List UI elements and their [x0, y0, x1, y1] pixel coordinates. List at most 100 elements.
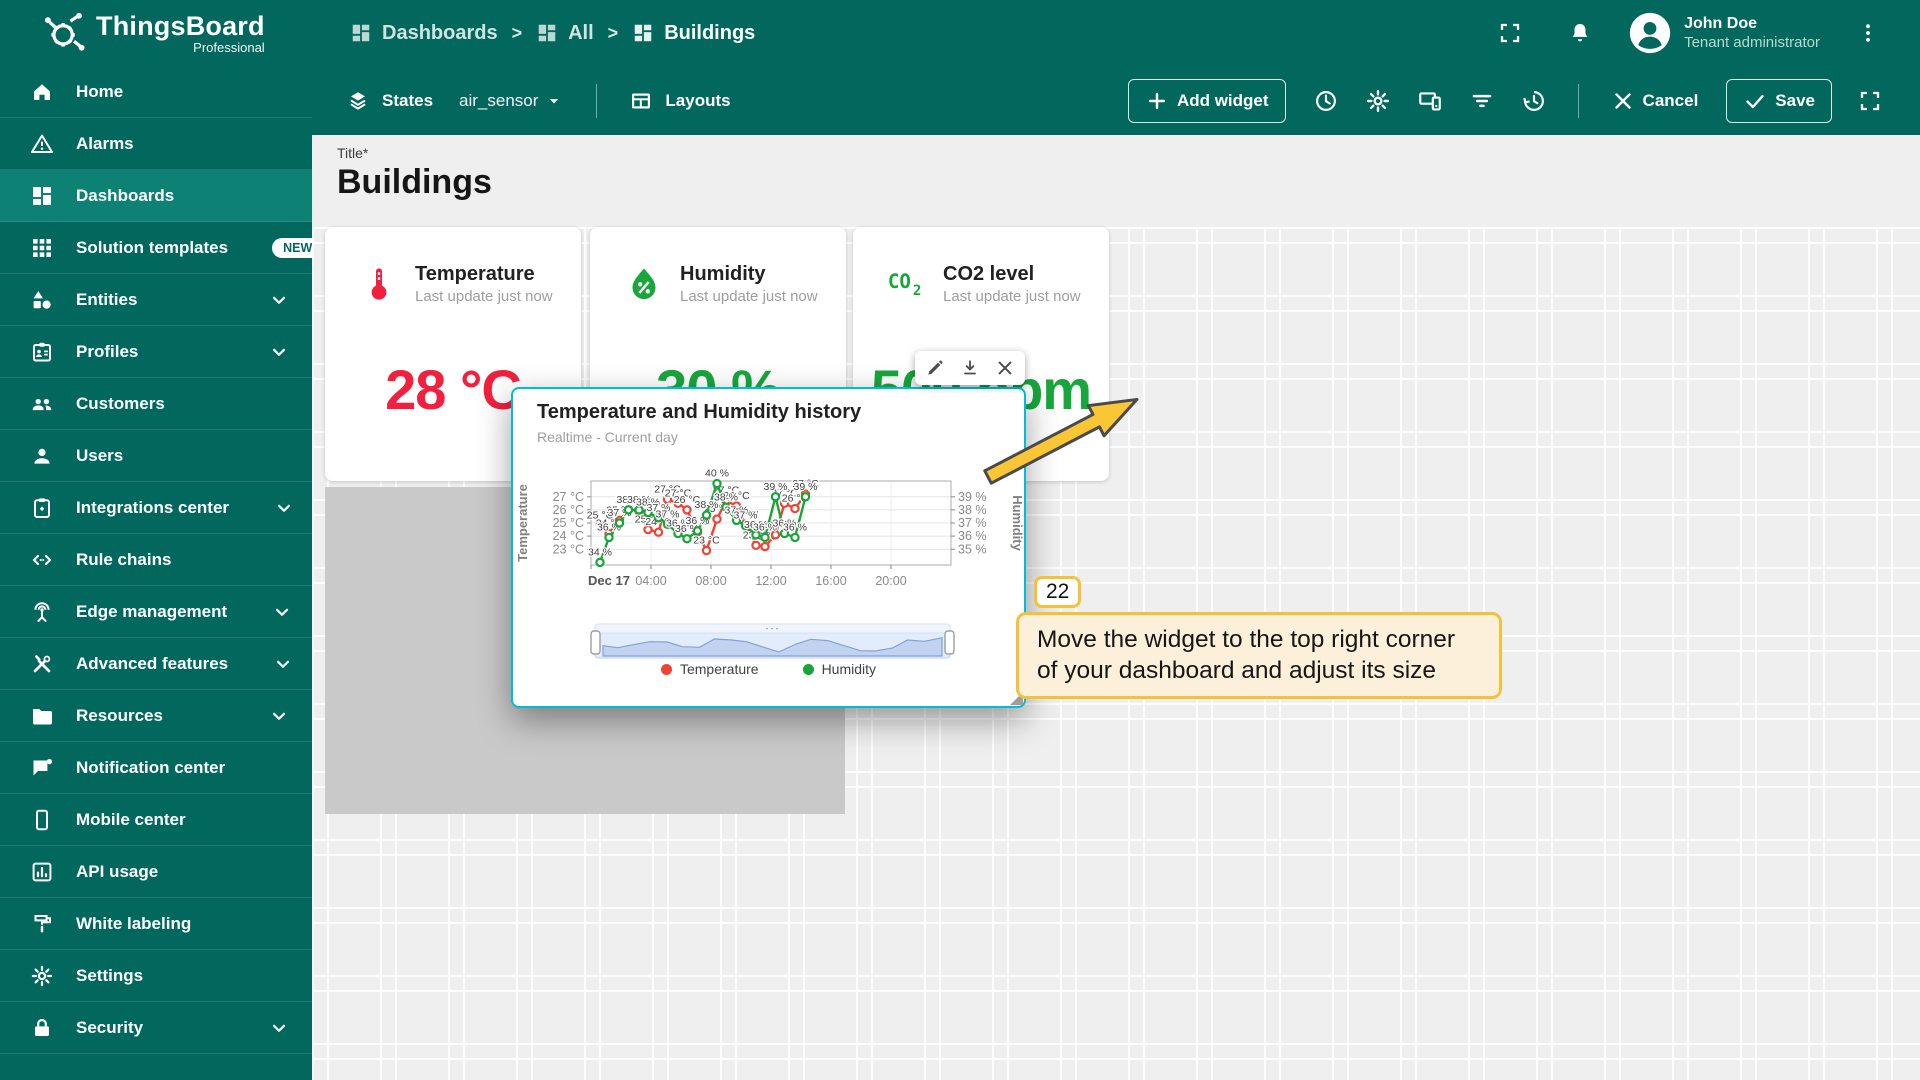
download-icon: [960, 358, 980, 378]
sidebar-item-label: Resources: [76, 705, 163, 725]
states-select[interactable]: air_sensor: [459, 91, 564, 111]
user-menu[interactable]: John Doe Tenant administrator: [1628, 11, 1820, 55]
legend-item-temperature[interactable]: Temperature: [660, 661, 759, 677]
app-header: ThingsBoard Professional Dashboards > All >…: [0, 0, 1920, 66]
dashboard-title-input[interactable]: Buildings: [337, 163, 492, 202]
layouts-icon: [629, 89, 653, 113]
sidebar-item-home[interactable]: Home: [0, 66, 312, 118]
entity-aliases-button[interactable]: [1408, 79, 1452, 123]
sidebar-item-label: White labeling: [76, 913, 192, 933]
svg-text:39 %: 39 %: [764, 481, 788, 493]
breadcrumb-item-dashboards[interactable]: Dashboards: [350, 22, 498, 45]
sidebar-item-advanced-features[interactable]: Advanced features: [0, 638, 312, 690]
version-control-icon: [1521, 88, 1547, 114]
chart-legend: Temperature Humidity: [513, 661, 1024, 677]
filters-icon: [1469, 88, 1495, 114]
sidebar-item-label: Dashboards: [76, 185, 175, 205]
close-widget-button[interactable]: [990, 353, 1020, 383]
svg-text:39 %: 39 %: [958, 490, 987, 504]
navigator-left-handle[interactable]: [590, 630, 601, 655]
sidebar-item-entities[interactable]: Entities: [0, 274, 312, 326]
fullscreen-toolbar-button[interactable]: [1848, 79, 1892, 123]
sidebar-item-dashboards[interactable]: Dashboards: [0, 170, 312, 222]
notifications-bell-button[interactable]: [1558, 11, 1602, 55]
sidebar-item-mobile-center[interactable]: Mobile center: [0, 794, 312, 846]
sidebar-item-label: Advanced features: [76, 653, 229, 673]
dots-vertical-icon: [1856, 21, 1880, 45]
thingsboard-logo[interactable]: ThingsBoard Professional: [0, 11, 270, 55]
temperature-humidity-history-widget[interactable]: Temperature and Humidity history Realtim…: [511, 387, 1026, 708]
people-icon: [30, 392, 54, 416]
avatar: [1628, 11, 1672, 55]
sidebar-item-label: Edge management: [76, 601, 228, 621]
more-menu-button[interactable]: [1846, 11, 1890, 55]
person-icon: [30, 444, 54, 468]
pencil-icon: [925, 358, 945, 378]
version-control-button[interactable]: [1512, 79, 1556, 123]
svg-text:36 %: 36 %: [958, 529, 987, 543]
sidebar-item-alarms[interactable]: Alarms: [0, 118, 312, 170]
sidebar-item-security[interactable]: Security: [0, 1002, 312, 1054]
close-icon: [995, 358, 1015, 378]
check-icon: [1743, 89, 1767, 113]
breadcrumb-separator: >: [511, 22, 523, 43]
sidebar-item-api-usage[interactable]: API usage: [0, 846, 312, 898]
sidebar-item-settings[interactable]: Settings: [0, 950, 312, 1002]
states-label: States: [382, 90, 434, 110]
thermometer-icon: [359, 264, 399, 304]
time-window-button[interactable]: [1304, 79, 1348, 123]
layouts-button[interactable]: Layouts: [665, 91, 730, 111]
legend-label: Temperature: [679, 661, 759, 677]
fullscreen-header-button[interactable]: [1488, 11, 1532, 55]
sidebar-item-solution-templates[interactable]: Solution templates NEW: [0, 222, 312, 274]
sidebar-item-rule-chains[interactable]: Rule chains: [0, 534, 312, 586]
sidebar-item-users[interactable]: Users: [0, 430, 312, 482]
add-widget-button[interactable]: Add widget: [1127, 78, 1286, 123]
sidebar-item-label: Integrations center: [76, 497, 230, 517]
legend-item-humidity[interactable]: Humidity: [802, 661, 876, 677]
logo-title: ThingsBoard: [96, 11, 265, 41]
filters-button[interactable]: [1460, 79, 1504, 123]
svg-text:CO: CO: [888, 270, 911, 293]
download-widget-button[interactable]: [955, 353, 985, 383]
chevron-down-icon: [268, 705, 290, 727]
shapes-icon: [30, 288, 54, 312]
svg-text:25 °C: 25 °C: [553, 516, 584, 530]
save-button[interactable]: Save: [1726, 78, 1832, 123]
navigator-right-handle[interactable]: [944, 630, 955, 655]
fullscreen-icon: [1858, 89, 1882, 113]
gear-icon: [30, 964, 54, 988]
sidebar-item-profiles[interactable]: Profiles: [0, 326, 312, 378]
edit-widget-button[interactable]: [920, 353, 950, 383]
dashboards-icon: [30, 184, 54, 208]
svg-text:36 %: 36 %: [783, 521, 807, 533]
folder-icon: [30, 704, 54, 728]
dashboard-settings-icon: [1365, 88, 1391, 114]
cancel-button[interactable]: Cancel: [1601, 89, 1709, 113]
widget-action-toolbar: [915, 351, 1025, 385]
sidebar-item-customers[interactable]: Customers: [0, 378, 312, 430]
dashboard-canvas: Title* Buildings Temperature Last update …: [312, 135, 1920, 1080]
close-icon: [1611, 89, 1635, 113]
svg-text:24 °C: 24 °C: [553, 529, 584, 543]
sidebar-item-edge-management[interactable]: Edge management: [0, 586, 312, 638]
breadcrumb-item-all[interactable]: All: [536, 22, 594, 45]
dashboards-icon: [350, 22, 372, 44]
svg-text:26 °C: 26 °C: [553, 503, 584, 517]
card-title: CO2 level: [943, 263, 1035, 285]
chevron-down-icon: [272, 653, 294, 675]
svg-text:Humidity: Humidity: [1010, 495, 1025, 551]
logo-subtitle: Professional: [193, 40, 265, 55]
legend-dot: [802, 663, 814, 675]
breadcrumb: Dashboards > All > Buildings: [350, 22, 755, 45]
sidebar-item-resources[interactable]: Resources: [0, 690, 312, 742]
sidebar-item-integrations-center[interactable]: Integrations center: [0, 482, 312, 534]
dashboards-icon: [536, 22, 558, 44]
chevron-down-icon: [271, 601, 293, 623]
svg-text:38 %: 38 %: [958, 503, 987, 517]
sidebar-item-notification-center[interactable]: Notification center: [0, 742, 312, 794]
card-title: Temperature: [415, 263, 535, 285]
breadcrumb-item-buildings[interactable]: Buildings: [632, 22, 755, 45]
dashboard-settings-button[interactable]: [1356, 79, 1400, 123]
sidebar-item-white-labeling[interactable]: White labeling: [0, 898, 312, 950]
